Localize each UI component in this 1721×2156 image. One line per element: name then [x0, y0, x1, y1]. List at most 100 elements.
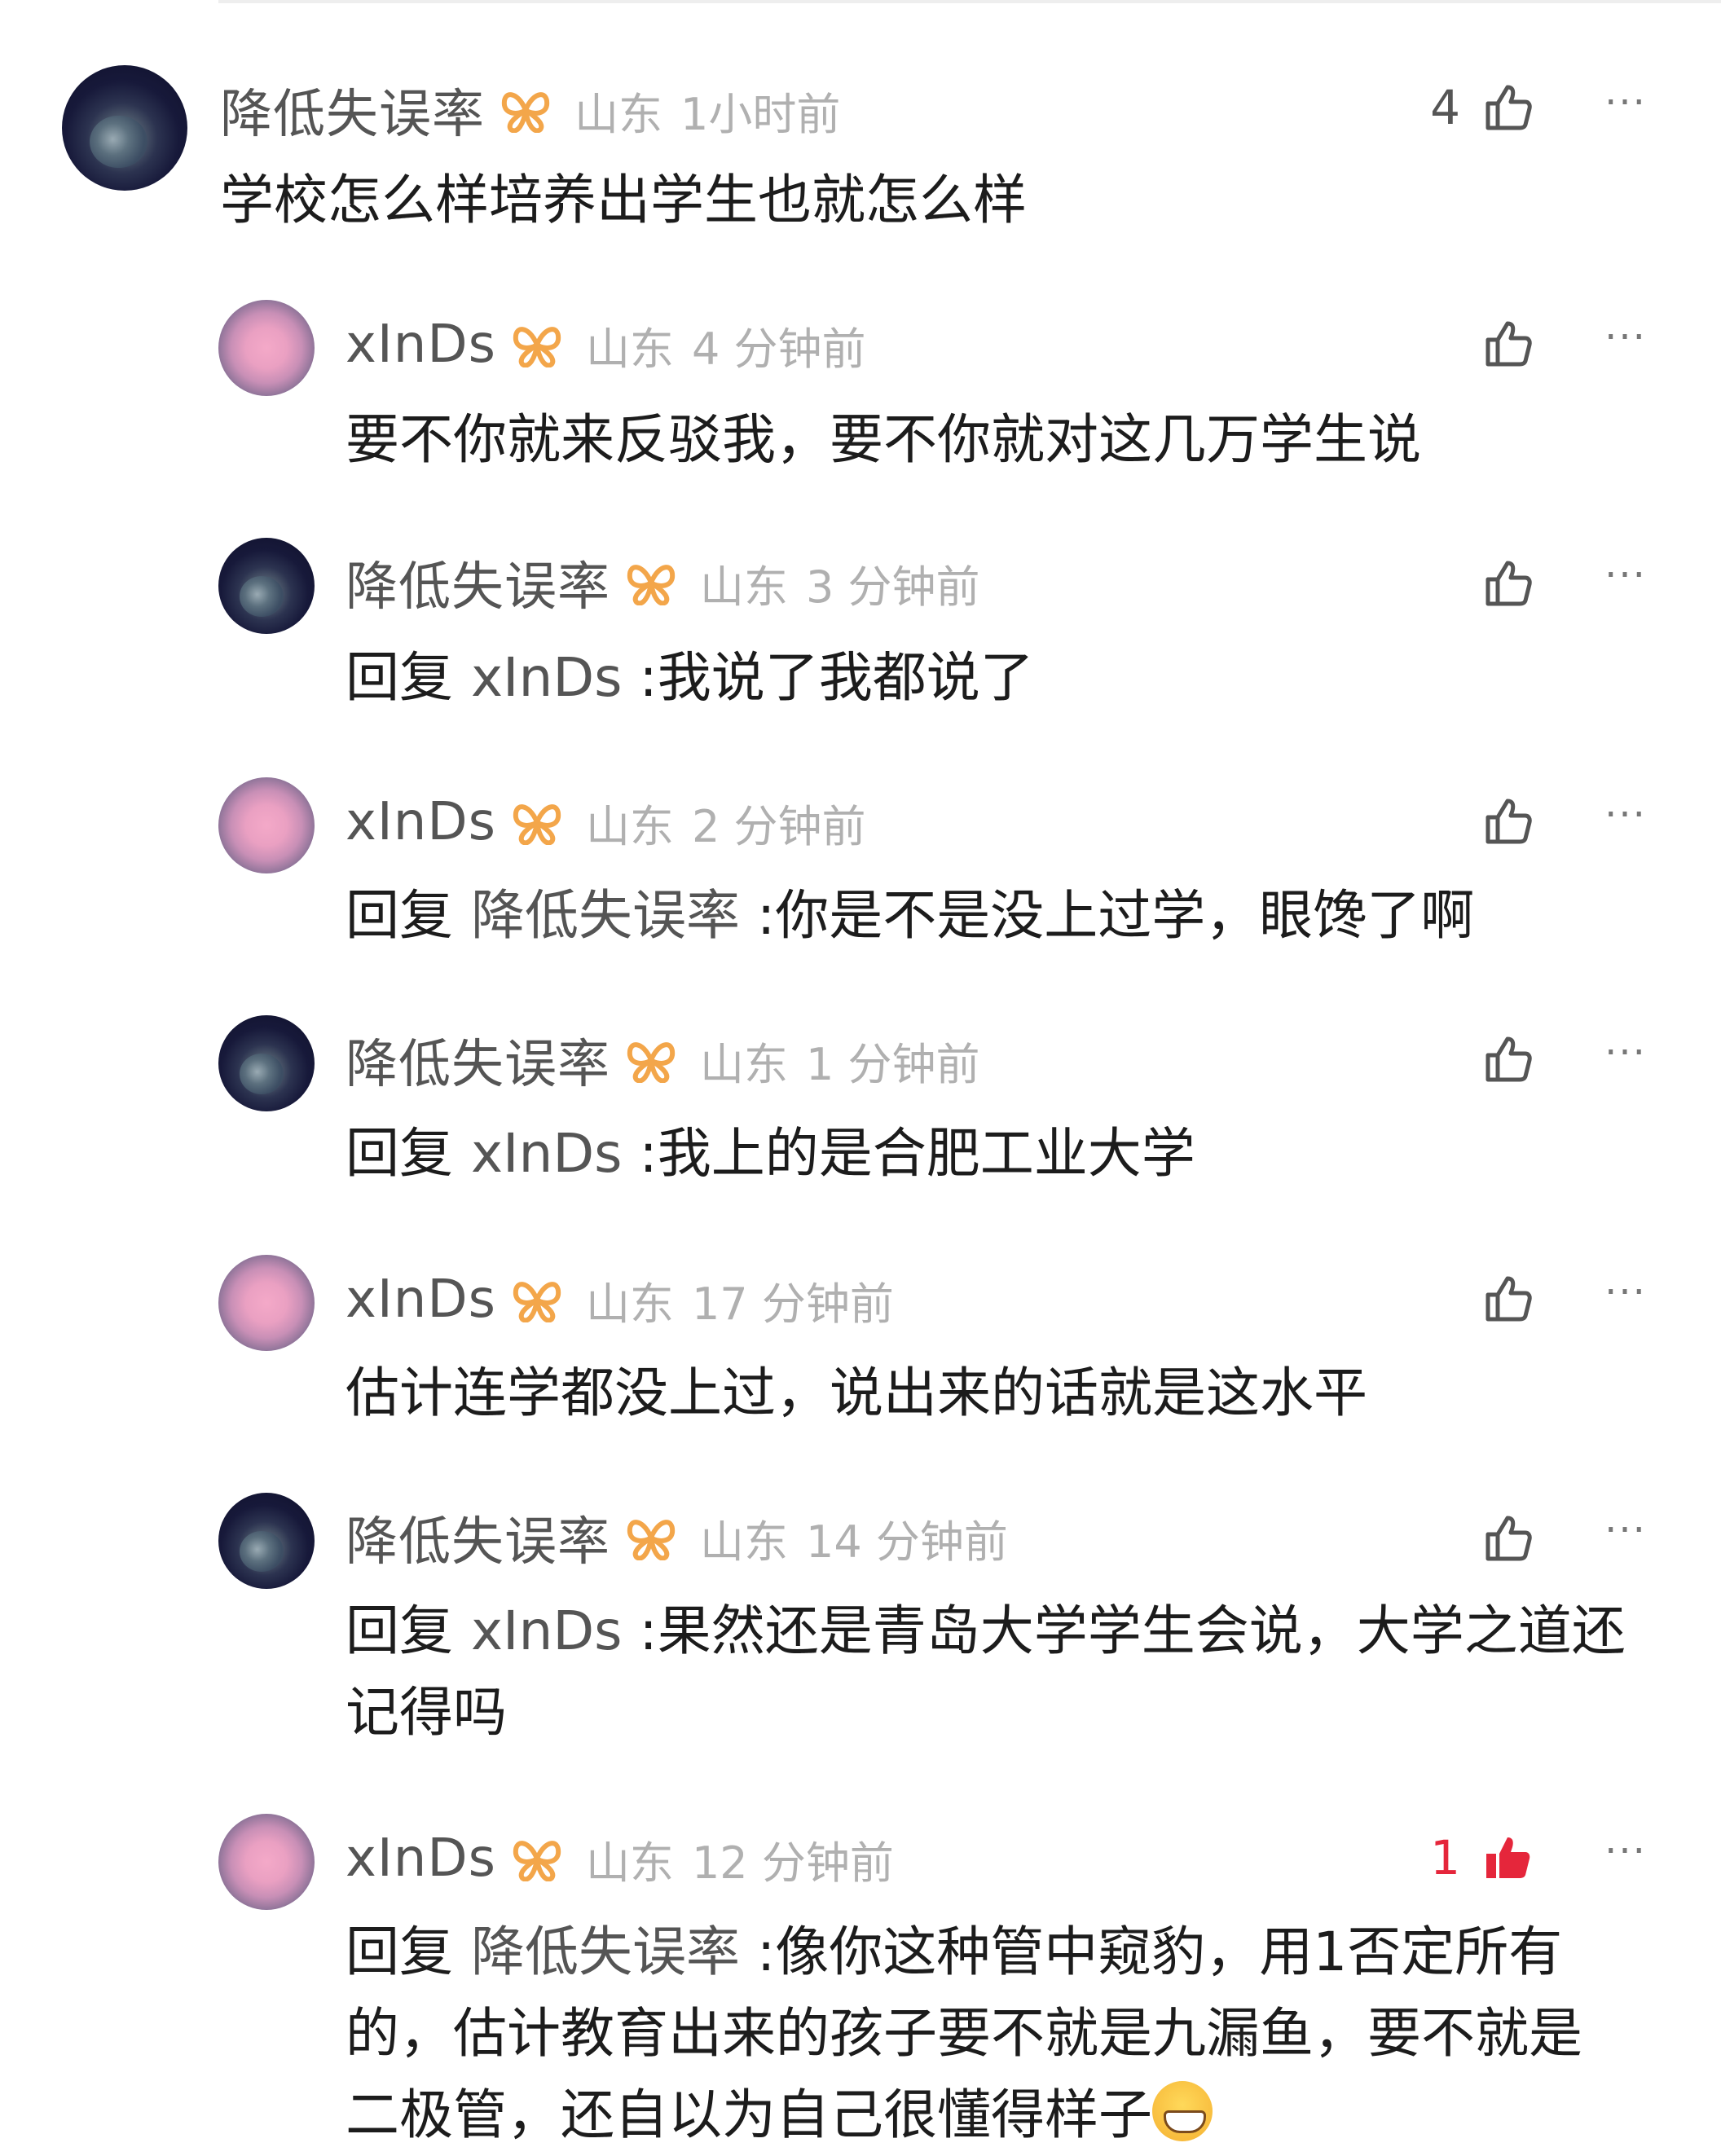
reply-target-username[interactable]: 降低失误率 — [471, 884, 740, 947]
comment-body: :我上的是合肥工业大学 — [639, 1122, 1195, 1185]
reply-prefix: 回复 — [346, 1122, 453, 1185]
comment-meta: xInDs 山东 17 分钟前 — [346, 1263, 894, 1336]
comment-body: :你是不是没上过学，眼馋了啊 — [756, 884, 1475, 947]
thumbs-up-icon — [1486, 1036, 1532, 1082]
username[interactable]: xInDs — [346, 1828, 496, 1889]
thumbs-up-icon — [1486, 561, 1532, 606]
comment-meta: xInDs 山东 2 分钟前 — [346, 785, 865, 859]
more-dots-icon[interactable]: ··· — [1593, 1828, 1658, 1874]
username[interactable]: 降低失误率 — [346, 1023, 610, 1098]
comment-body: 估计连学都没上过，说出来的话就是这水平 — [346, 1362, 1367, 1424]
thumbs-up-icon — [1486, 1276, 1532, 1322]
like-count: 4 — [1430, 80, 1460, 135]
reply-target-username[interactable]: 降低失误率 — [471, 1921, 740, 1983]
reply-target-username[interactable]: xInDs — [471, 1599, 623, 1662]
username[interactable]: 降低失误率 — [346, 1500, 610, 1575]
avatar[interactable] — [62, 65, 187, 191]
location-label: 山东 — [700, 1038, 788, 1090]
avatar[interactable] — [218, 1255, 315, 1351]
butterfly-badge-icon — [513, 1282, 561, 1322]
more-dots-icon[interactable]: ··· — [1593, 80, 1658, 125]
avatar[interactable] — [218, 1493, 315, 1589]
comment-text: 回复 xInDs :我说了我都说了 — [346, 637, 1666, 719]
avatar[interactable] — [218, 538, 315, 634]
timestamp: 1小时前 — [680, 88, 841, 140]
butterfly-badge-icon — [513, 804, 561, 845]
thumbs-up-icon — [1486, 85, 1532, 130]
comment-meta: xInDs 山东 4 分钟前 — [346, 308, 865, 381]
avatar[interactable] — [218, 1814, 315, 1910]
comment-text: 回复 xInDs :果然还是青岛大学学生会说，大学之道还记得吗 — [346, 1591, 1666, 1753]
thumbs-up-icon — [1486, 1516, 1532, 1561]
butterfly-badge-icon — [627, 1520, 676, 1560]
comment-body: 要不你就来反驳我，要不你就对这几万学生说 — [346, 408, 1421, 471]
comment-meta: 降低失误率 山东 1小时前 — [220, 73, 840, 147]
comment-meta: 降低失误率 山东 14 分钟前 — [346, 1501, 1008, 1574]
location-label: 山东 — [585, 323, 674, 375]
like-button[interactable] — [1385, 789, 1534, 854]
username[interactable]: xInDs — [346, 1269, 496, 1330]
location-label: 山东 — [585, 1278, 674, 1330]
butterfly-badge-icon — [501, 92, 550, 133]
username[interactable]: 降低失误率 — [220, 73, 485, 147]
comment-text: 学校怎么样培养出学生也就怎么样 — [220, 160, 1662, 241]
comment-meta: 降低失误率 山东 1 分钟前 — [346, 1023, 980, 1097]
username[interactable]: xInDs — [346, 792, 496, 852]
comment-meta: 降低失误率 山东 3 分钟前 — [346, 546, 980, 619]
like-button[interactable] — [1385, 1266, 1534, 1331]
comment-text: 估计连学都没上过，说出来的话就是这水平 — [346, 1353, 1666, 1434]
comment-text: 要不你就来反驳我，要不你就对这几万学生说 — [346, 399, 1666, 481]
thumbs-up-filled-icon — [1486, 1837, 1530, 1878]
top-divider — [218, 0, 1721, 3]
more-dots-icon[interactable]: ··· — [1593, 552, 1658, 598]
more-dots-icon[interactable]: ··· — [1593, 1269, 1658, 1315]
butterfly-badge-icon — [627, 1042, 676, 1083]
comment-text: 回复 xInDs :我上的是合肥工业大学 — [346, 1113, 1666, 1195]
butterfly-badge-icon — [627, 565, 676, 605]
username[interactable]: 降低失误率 — [346, 545, 610, 620]
reply-prefix: 回复 — [346, 1599, 453, 1662]
like-button[interactable] — [1385, 311, 1534, 376]
comment-body: 学校怎么样培养出学生也就怎么样 — [220, 169, 1027, 231]
reply-target-username[interactable]: xInDs — [471, 1122, 623, 1185]
comment-meta: xInDs 山东 12 分钟前 — [346, 1822, 894, 1895]
more-dots-icon[interactable]: ··· — [1593, 1030, 1658, 1076]
comment-body: :我说了我都说了 — [639, 646, 1034, 709]
timestamp: 12 分钟前 — [691, 1837, 894, 1889]
grinning-emoji-icon — [1152, 2081, 1213, 2141]
timestamp: 17 分钟前 — [691, 1278, 894, 1330]
more-dots-icon[interactable]: ··· — [1593, 1507, 1658, 1553]
thumbs-up-icon — [1486, 321, 1532, 367]
location-label: 山东 — [574, 88, 662, 140]
more-dots-icon[interactable]: ··· — [1593, 792, 1658, 838]
reply-prefix: 回复 — [346, 1921, 453, 1983]
timestamp: 14 分钟前 — [806, 1516, 1008, 1568]
location-label: 山东 — [585, 1837, 674, 1889]
reply-target-username[interactable]: xInDs — [471, 646, 623, 709]
timestamp: 3 分钟前 — [806, 561, 980, 613]
comment-text: 回复 降低失误率 :你是不是没上过学，眼馋了啊 — [346, 875, 1666, 957]
location-label: 山东 — [700, 1516, 788, 1568]
like-button[interactable] — [1385, 1506, 1534, 1571]
timestamp: 4 分钟前 — [691, 323, 866, 375]
comment-text: 回复 降低失误率 :像你这种管中窥豹，用1否定所有的，估计教育出来的孩子要不就是九… — [346, 1912, 1617, 2156]
like-button[interactable]: 4 — [1385, 75, 1534, 140]
username[interactable]: xInDs — [346, 315, 496, 375]
location-label: 山东 — [585, 800, 674, 852]
reply-prefix: 回复 — [346, 646, 453, 709]
like-button[interactable]: 1 — [1385, 1825, 1534, 1890]
location-label: 山东 — [700, 561, 788, 613]
butterfly-badge-icon — [513, 1841, 561, 1881]
like-button[interactable] — [1385, 1027, 1534, 1092]
timestamp: 2 分钟前 — [691, 800, 866, 852]
thumbs-up-icon — [1486, 799, 1532, 844]
butterfly-badge-icon — [513, 327, 561, 367]
like-button[interactable] — [1385, 551, 1534, 616]
reply-prefix: 回复 — [346, 884, 453, 947]
avatar[interactable] — [218, 300, 315, 396]
like-count: 1 — [1430, 1830, 1460, 1885]
avatar[interactable] — [218, 777, 315, 873]
more-dots-icon[interactable]: ··· — [1593, 315, 1658, 360]
avatar[interactable] — [218, 1015, 315, 1111]
timestamp: 1 分钟前 — [806, 1038, 980, 1090]
